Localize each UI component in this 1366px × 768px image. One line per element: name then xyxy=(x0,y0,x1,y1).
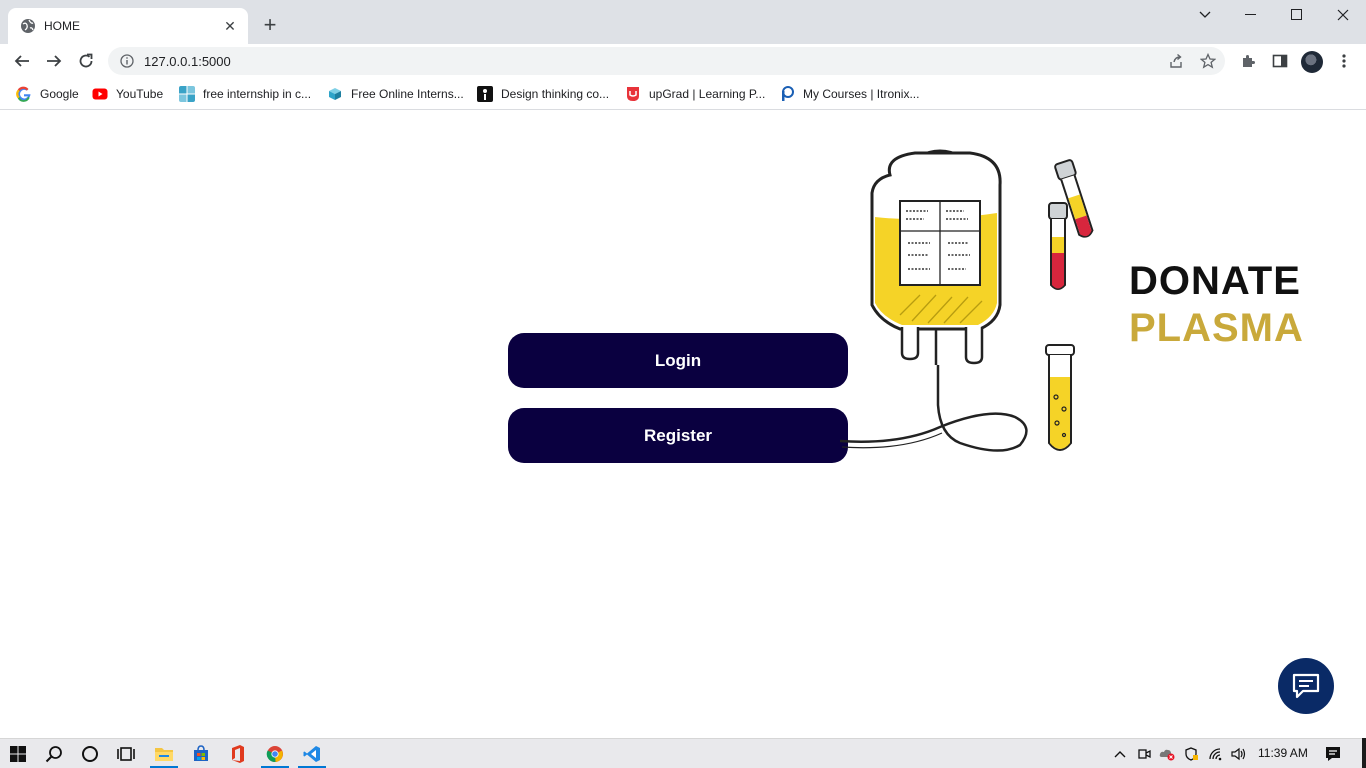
brand-plasma-text: PLASMA xyxy=(1129,306,1304,350)
tab-close-icon[interactable]: ✕ xyxy=(222,18,238,34)
office-icon[interactable] xyxy=(227,743,249,765)
file-explorer-icon[interactable] xyxy=(153,743,175,765)
minimize-icon[interactable] xyxy=(1228,4,1274,26)
globe-icon xyxy=(21,19,35,33)
bookmark-upgrad[interactable]: upGrad | Learning P... xyxy=(625,85,765,103)
bookmark-free-online[interactable]: Free Online Interns... xyxy=(327,85,464,103)
share-icon[interactable] xyxy=(1168,53,1184,69)
screen-edge xyxy=(1362,738,1366,768)
notifications-icon[interactable] xyxy=(1325,746,1341,762)
vscode-icon[interactable] xyxy=(301,743,323,765)
upgrad-icon xyxy=(627,87,639,101)
google-icon xyxy=(16,86,31,102)
bookmark-label: Free Online Interns... xyxy=(351,87,464,101)
onedrive-error-icon[interactable] xyxy=(1159,746,1175,762)
forward-icon[interactable] xyxy=(42,49,66,73)
plasma-bag-illustration xyxy=(840,149,1094,452)
tab-title: HOME xyxy=(44,19,80,33)
design-icon xyxy=(477,86,493,102)
bookmark-internship[interactable]: free internship in c... xyxy=(179,85,311,103)
menu-kebab-icon[interactable] xyxy=(1334,51,1354,71)
browser-titlebar: HOME ✕ + xyxy=(0,0,1366,44)
chat-button[interactable] xyxy=(1278,658,1334,714)
meet-now-icon[interactable] xyxy=(1136,746,1152,762)
new-tab-button[interactable]: + xyxy=(258,14,282,38)
bookmark-label: YouTube xyxy=(116,87,164,101)
page-content: Login Register DONATE PLASMA xyxy=(0,111,1366,738)
reload-icon[interactable] xyxy=(74,49,98,73)
profile-avatar[interactable] xyxy=(1301,51,1323,73)
back-icon[interactable] xyxy=(10,49,34,73)
bookmark-label: My Courses | Itronix... xyxy=(803,87,920,101)
chevron-up-icon[interactable] xyxy=(1112,746,1128,762)
brand-donate-text: DONATE xyxy=(1129,259,1301,303)
browser-tab[interactable]: HOME ✕ xyxy=(8,8,248,44)
bookmarks-bar: Google YouTube free internship in c... F… xyxy=(0,78,1366,110)
extensions-icon[interactable] xyxy=(1238,51,1258,71)
internship-icon xyxy=(179,86,195,102)
wifi-icon[interactable] xyxy=(1208,746,1224,762)
bookmark-design[interactable]: Design thinking co... xyxy=(477,85,609,103)
volume-icon[interactable] xyxy=(1231,746,1247,762)
chevron-down-icon[interactable] xyxy=(1182,4,1228,26)
browser-toolbar: 127.0.0.1:5000 xyxy=(0,44,1366,78)
security-icon[interactable] xyxy=(1183,746,1199,762)
close-icon[interactable] xyxy=(1320,4,1366,26)
bookmark-youtube[interactable]: YouTube xyxy=(92,85,163,103)
search-icon[interactable] xyxy=(43,743,65,765)
bookmark-label: free internship in c... xyxy=(203,87,312,101)
bookmark-label: upGrad | Learning P... xyxy=(649,87,766,101)
youtube-icon xyxy=(92,88,108,100)
store-icon[interactable] xyxy=(190,743,212,765)
register-button[interactable]: Register xyxy=(508,408,848,463)
cortana-icon[interactable] xyxy=(79,743,101,765)
maximize-icon[interactable] xyxy=(1274,4,1320,26)
task-view-icon[interactable] xyxy=(115,743,137,765)
star-icon[interactable] xyxy=(1200,53,1216,69)
login-button[interactable]: Login xyxy=(508,333,848,388)
bookmark-itronix[interactable]: My Courses | Itronix... xyxy=(779,85,919,103)
info-icon[interactable] xyxy=(120,54,134,68)
bookmark-google[interactable]: Google xyxy=(16,85,79,103)
side-panel-icon[interactable] xyxy=(1270,51,1290,71)
windows-start-icon[interactable] xyxy=(7,743,29,765)
chat-icon xyxy=(1292,673,1320,699)
address-bar[interactable]: 127.0.0.1:5000 xyxy=(108,47,1225,75)
url-text: 127.0.0.1:5000 xyxy=(144,53,231,69)
bookmark-label: Design thinking co... xyxy=(501,87,610,101)
itronix-icon xyxy=(782,86,794,101)
taskbar-clock[interactable]: 11:39 AM xyxy=(1258,746,1308,760)
windows-taskbar: 11:39 AM xyxy=(0,738,1366,768)
chrome-icon[interactable] xyxy=(264,743,286,765)
bookmark-label: Google xyxy=(40,87,79,101)
box-icon xyxy=(329,88,341,100)
